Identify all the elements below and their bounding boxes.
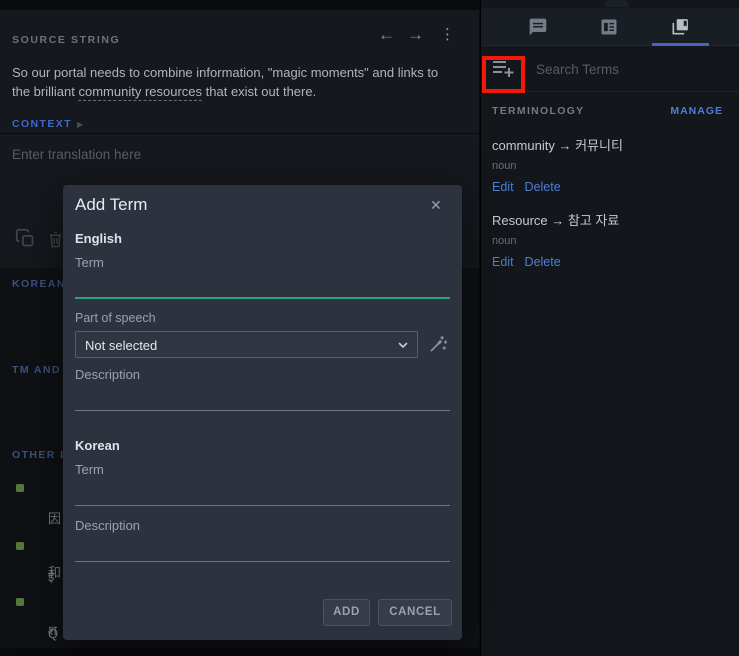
close-icon[interactable]: ✕	[430, 197, 442, 214]
source-text: So our portal needs to combine informati…	[12, 64, 459, 101]
add-button[interactable]: ADD	[323, 599, 370, 626]
delete-term-link[interactable]: Delete	[525, 255, 561, 269]
term-entry: community → 커뮤니티 noun Edit Delete	[492, 135, 722, 194]
term-entry: Resource → 참고 자료 noun Edit Delete	[492, 210, 722, 269]
delete-term-link[interactable]: Delete	[525, 180, 561, 194]
term-actions: Edit Delete	[492, 255, 722, 269]
next-segment-icon[interactable]: →	[407, 26, 424, 43]
tab-terminology[interactable]	[670, 17, 690, 37]
term-search-bar	[481, 46, 739, 92]
context-arrow-icon: ▶	[77, 120, 85, 129]
english-description-label: Description	[75, 367, 140, 382]
edit-term-link[interactable]: Edit	[492, 255, 514, 269]
manage-link[interactable]: MANAGE	[670, 105, 723, 117]
match-quality-dot	[16, 484, 24, 492]
resources-tab-bar	[481, 8, 739, 46]
match-quality-dot	[16, 542, 24, 550]
bottom-divider	[0, 648, 479, 656]
edit-term-link[interactable]: Edit	[492, 180, 514, 194]
term-actions: Edit Delete	[492, 180, 722, 194]
korean-section-heading: Korean	[75, 438, 120, 453]
terminology-label: TERMINOLOGY	[492, 105, 584, 117]
resources-panel: TERMINOLOGY MANAGE community → 커뮤니티 noun…	[480, 0, 739, 656]
context-link[interactable]: CONTEXT▶	[12, 118, 85, 130]
dialog-title: Add Term	[75, 195, 147, 215]
copy-source-icon[interactable]	[15, 228, 36, 249]
terminology-header: TERMINOLOGY MANAGE	[481, 105, 739, 119]
translation-placeholder: Enter translation here	[12, 147, 141, 162]
korean-description-label: Description	[75, 518, 140, 533]
term-part-of-speech: noun	[492, 235, 722, 247]
annotation-highlight-box	[482, 56, 525, 93]
tab-document[interactable]	[599, 17, 619, 37]
source-term-highlight[interactable]: community resources	[78, 84, 202, 101]
chevron-down-icon	[397, 339, 409, 351]
source-string-label: SOURCE STRING	[12, 34, 120, 46]
search-terms-input[interactable]	[536, 57, 706, 81]
part-of-speech-value: Not selected	[85, 338, 157, 353]
panel-notch	[604, 0, 629, 7]
tab-comments[interactable]	[528, 17, 548, 37]
term-part-of-speech: noun	[492, 160, 722, 172]
segment-nav: ← → ⋮	[378, 26, 459, 43]
english-section-heading: English	[75, 231, 122, 246]
delete-translation-icon[interactable]	[47, 230, 64, 249]
korean-term-input[interactable]	[75, 480, 450, 506]
source-segment-card: SOURCE STRING ← → ⋮ So our portal needs …	[0, 10, 479, 133]
app-window: SOURCE STRING ← → ⋮ So our portal needs …	[0, 0, 739, 656]
korean-term-label: Term	[75, 462, 104, 477]
english-description-input[interactable]	[75, 385, 450, 411]
source-text-after: that exist out there.	[202, 84, 316, 99]
part-of-speech-select[interactable]: Not selected	[75, 331, 418, 358]
korean-description-input[interactable]	[75, 536, 450, 562]
term-pair: community → 커뮤니티	[492, 135, 722, 154]
cancel-button[interactable]: CANCEL	[378, 599, 452, 626]
source-header: SOURCE STRING ← → ⋮	[12, 30, 467, 48]
add-term-dialog: Add Term ✕ English Term Part of speech N…	[63, 185, 462, 640]
english-term-label: Term	[75, 255, 104, 270]
prev-segment-icon[interactable]: ←	[378, 26, 395, 43]
auto-suggest-wand-icon[interactable]	[428, 334, 448, 354]
part-of-speech-label: Part of speech	[75, 311, 156, 325]
segment-menu-icon[interactable]: ⋮	[436, 27, 459, 42]
english-term-input[interactable]	[75, 273, 450, 299]
match-quality-dot	[16, 598, 24, 606]
term-pair: Resource → 참고 자료	[492, 210, 722, 229]
